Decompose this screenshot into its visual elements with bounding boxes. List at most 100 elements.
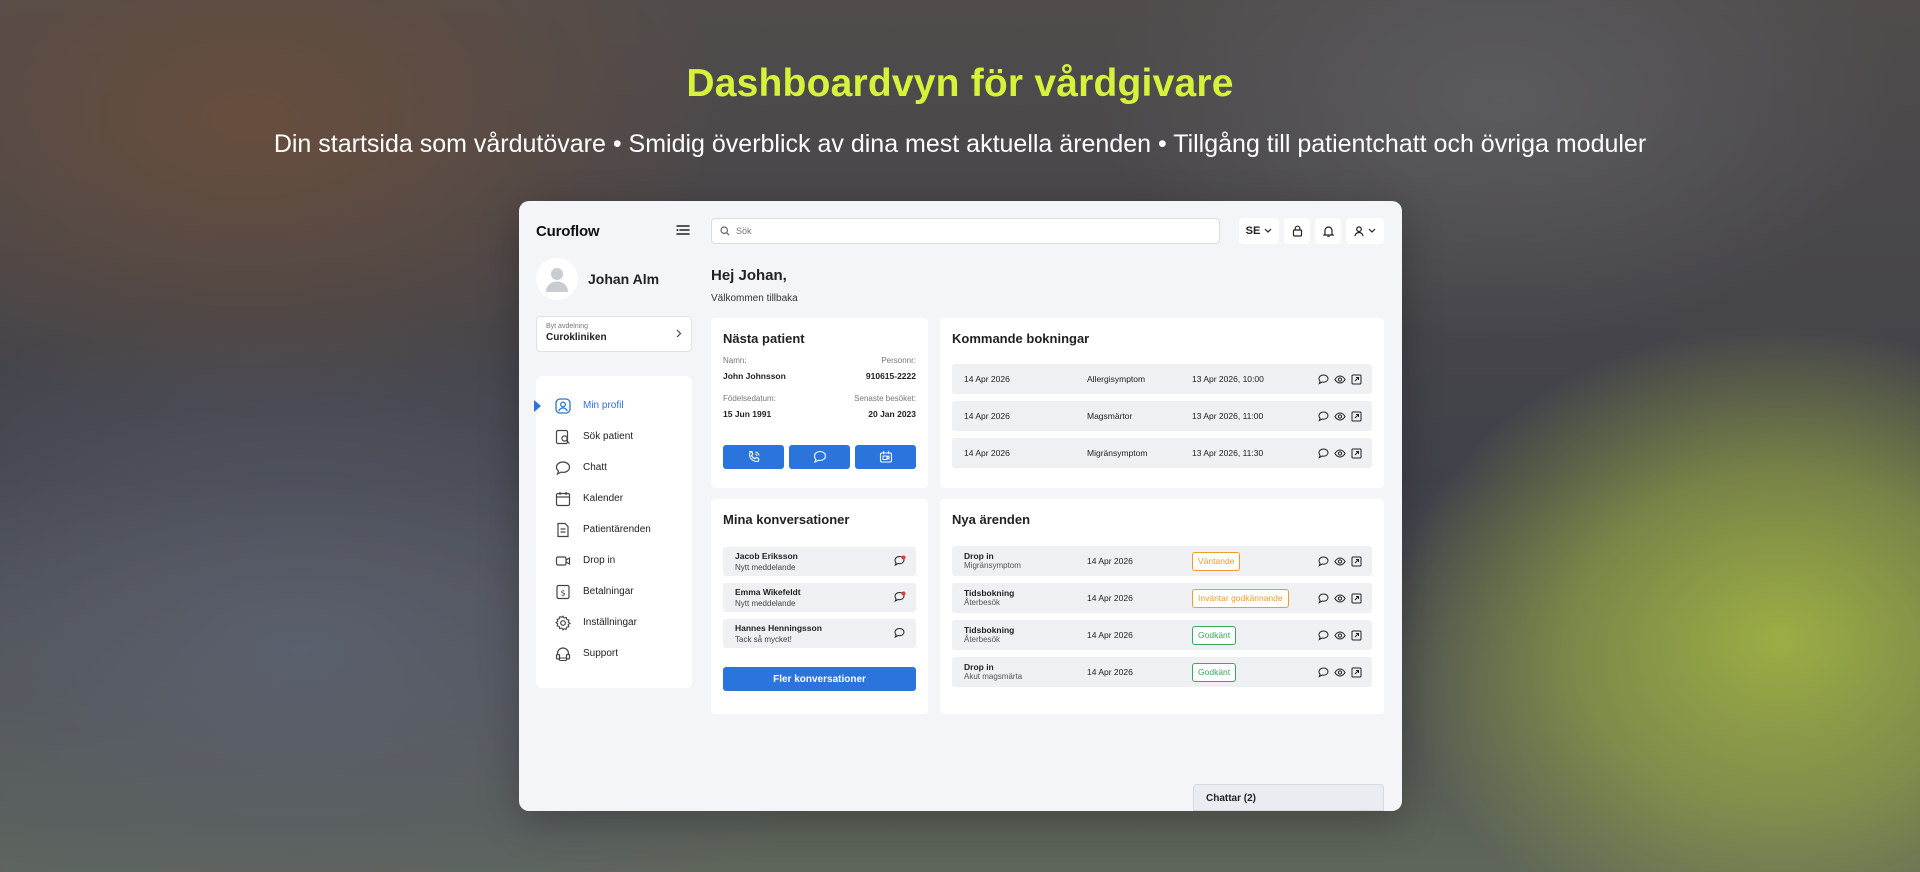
- search-input[interactable]: [736, 226, 1196, 236]
- sidebar-item-support[interactable]: Support: [536, 638, 692, 669]
- video-call-button[interactable]: [855, 445, 916, 469]
- eye-icon[interactable]: [1334, 556, 1346, 567]
- menu-icon[interactable]: [676, 224, 690, 236]
- language-label: SE: [1245, 225, 1261, 237]
- call-button[interactable]: [723, 445, 784, 469]
- chat-icon[interactable]: [1318, 447, 1329, 459]
- open-external-icon[interactable]: [1351, 411, 1362, 422]
- booking-reason: Migränsymptom: [1087, 448, 1148, 458]
- eye-icon[interactable]: [1334, 667, 1346, 678]
- notifications-button[interactable]: [1315, 218, 1341, 244]
- case-row[interactable]: Tidsbokning Återbesök 14 Apr 2026 Invänt…: [952, 583, 1372, 613]
- conversation-item[interactable]: Emma Wikefeldt Nytt meddelande: [723, 583, 916, 612]
- case-reason: Återbesök: [964, 597, 1001, 607]
- sidebar-item-label: Kalender: [583, 493, 624, 504]
- sidebar-item-kalender[interactable]: Kalender: [536, 483, 692, 514]
- sidebar-item-label: Chatt: [583, 462, 607, 473]
- department-switcher[interactable]: Byt avdelning Curokliniken: [536, 316, 692, 352]
- sidebar-item-betalningar[interactable]: $ Betalningar: [536, 576, 692, 607]
- unread-chat-icon: [894, 591, 906, 603]
- user-name: Johan Alm: [588, 271, 660, 287]
- booking-row[interactable]: 14 Apr 2026 Migränsymptom 13 Apr 2026, 1…: [952, 438, 1372, 468]
- chat-icon[interactable]: [1318, 410, 1329, 422]
- status-badge: Väntande: [1192, 551, 1241, 571]
- sidebar-item-chatt[interactable]: Chatt: [536, 452, 692, 483]
- conversation-item[interactable]: Jacob Eriksson Nytt meddelande: [723, 547, 916, 576]
- eye-icon[interactable]: [1334, 374, 1346, 385]
- drop-in-icon: [555, 553, 571, 569]
- search-bar[interactable]: [711, 218, 1220, 244]
- conversation-item[interactable]: Hannes Henningsson Tack så mycket!: [723, 619, 916, 648]
- sidebar-item-drop-in[interactable]: Drop in: [536, 545, 692, 576]
- user-profile[interactable]: Johan Alm: [536, 258, 659, 300]
- sidebar-item-label: Betalningar: [583, 586, 634, 597]
- eye-icon[interactable]: [1334, 630, 1346, 641]
- svg-text:$: $: [560, 588, 565, 597]
- chat-icon: [894, 627, 906, 639]
- booking-time: 13 Apr 2026, 11:30: [1192, 448, 1264, 458]
- sidebar-item-label: Support: [583, 648, 619, 659]
- eye-icon[interactable]: [1334, 411, 1346, 422]
- sidebar-item-label: Patientärenden: [583, 524, 651, 535]
- sidebar-item-installningar[interactable]: Inställningar: [536, 607, 692, 638]
- more-conversations-button[interactable]: Fler konversationer: [723, 667, 916, 691]
- lock-icon: [1292, 225, 1303, 237]
- avatar: [536, 258, 578, 300]
- next-patient-card: Nästa patient Namn: Personnr: John Johns…: [711, 318, 928, 488]
- sidebar-item-min-profil[interactable]: Min profil: [534, 390, 692, 421]
- booking-row[interactable]: 14 Apr 2026 Allergisymptom 13 Apr 2026, …: [952, 364, 1372, 394]
- chat-icon[interactable]: [1318, 629, 1329, 641]
- user-circle-icon: [555, 397, 571, 414]
- booking-date: 14 Apr 2026: [964, 374, 1010, 384]
- sidebar-item-sok-patient[interactable]: Sök patient: [536, 421, 692, 452]
- active-marker: [534, 400, 541, 412]
- chevron-right-icon: [676, 329, 682, 338]
- case-row[interactable]: Drop in Akut magsmärta 14 Apr 2026 Godkä…: [952, 657, 1372, 687]
- case-row[interactable]: Drop in Migränsymptom 14 Apr 2026 Väntan…: [952, 546, 1372, 576]
- open-external-icon[interactable]: [1351, 374, 1362, 385]
- booking-row[interactable]: 14 Apr 2026 Magsmärtor 13 Apr 2026, 11:0…: [952, 401, 1372, 431]
- chat-icon[interactable]: [1318, 555, 1329, 567]
- chevron-down-icon: [1368, 228, 1376, 234]
- conversation-message: Nytt meddelande: [735, 563, 796, 572]
- status-badge: Godkänt: [1192, 662, 1237, 682]
- hero-title: Dashboardvyn för vårdgivare: [686, 62, 1234, 105]
- user-menu-button[interactable]: [1346, 218, 1384, 244]
- eye-icon[interactable]: [1334, 593, 1346, 604]
- sidebar-item-patientarenden[interactable]: Patientärenden: [536, 514, 692, 545]
- case-row[interactable]: Tidsbokning Återbesök 14 Apr 2026 Godkän…: [952, 620, 1372, 650]
- chat-icon[interactable]: [1318, 592, 1329, 604]
- lock-button[interactable]: [1284, 218, 1310, 244]
- last-visit-label: Senaste besöket:: [854, 394, 916, 403]
- user-icon: [1354, 225, 1364, 237]
- upcoming-bookings-card: Kommande bokningar 14 Apr 2026 Allergisy…: [940, 318, 1384, 488]
- app-logo: Curoflow: [536, 223, 600, 240]
- chat-icon[interactable]: [1318, 666, 1329, 678]
- open-external-icon[interactable]: [1351, 448, 1362, 459]
- chats-bar[interactable]: Chattar (2): [1193, 784, 1384, 811]
- eye-icon[interactable]: [1334, 448, 1346, 459]
- support-icon: [555, 646, 571, 662]
- chevron-down-icon: [1264, 228, 1272, 234]
- sidebar-item-label: Inställningar: [583, 617, 637, 628]
- sidebar-item-label: Sök patient: [583, 431, 634, 442]
- case-type: Tidsbokning: [964, 624, 1015, 635]
- chat-icon: [813, 450, 827, 464]
- payment-icon: $: [555, 584, 571, 600]
- booking-date: 14 Apr 2026: [964, 411, 1010, 421]
- case-date: 14 Apr 2026: [1087, 556, 1133, 566]
- case-type: Drop in: [964, 550, 994, 561]
- language-select[interactable]: SE: [1239, 218, 1279, 244]
- case-reason: Återbesök: [964, 634, 1001, 644]
- search-patient-icon: [555, 429, 571, 445]
- open-external-icon[interactable]: [1351, 630, 1362, 641]
- chat-button[interactable]: [789, 445, 850, 469]
- open-external-icon[interactable]: [1351, 667, 1362, 678]
- open-external-icon[interactable]: [1351, 593, 1362, 604]
- department-name: Curokliniken: [546, 332, 607, 343]
- chat-icon[interactable]: [1318, 373, 1329, 385]
- case-reason: Migränsymptom: [964, 560, 1021, 570]
- conversations-card: Mina konversationer Jacob Eriksson Nytt …: [711, 499, 928, 714]
- open-external-icon[interactable]: [1351, 556, 1362, 567]
- conversation-message: Nytt meddelande: [735, 599, 796, 608]
